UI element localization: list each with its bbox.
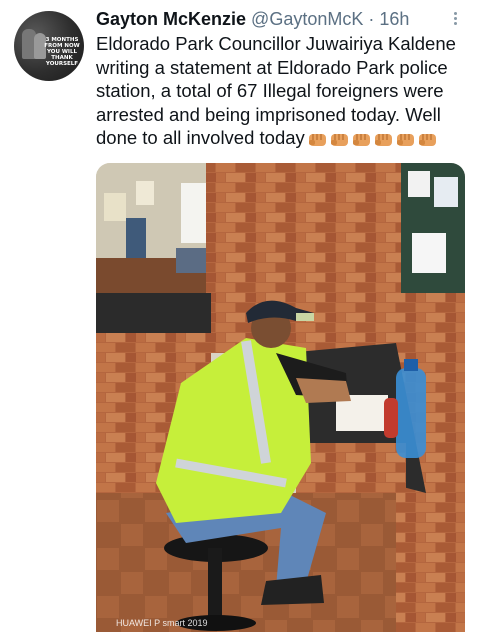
raised-fist-icon	[352, 129, 371, 146]
emoji-group	[305, 129, 437, 153]
author-name[interactable]: Gayton McKenzie	[96, 9, 246, 29]
raised-fist-icon	[374, 129, 393, 146]
timestamp[interactable]: 16h	[379, 9, 409, 29]
raised-fist-icon	[418, 129, 437, 146]
raised-fist-icon	[396, 129, 415, 146]
avatar[interactable]: 3 MONTHS FROM NOW YOU WILL THANK YOURSEL…	[14, 11, 84, 81]
photo-watermark: HUAWEI P smart 2019	[116, 618, 208, 628]
raised-fist-icon	[330, 129, 349, 146]
separator-dot: ·	[368, 9, 375, 29]
more-options-icon[interactable]	[448, 10, 462, 30]
tweet-body: Eldorado Park Councillor Juwairiya Kalde…	[96, 32, 466, 153]
avatar-caption: 3 MONTHS FROM NOW YOU WILL THANK YOURSEL…	[44, 37, 80, 67]
author-handle[interactable]: @GaytonMcK	[251, 9, 363, 29]
tweet-photo[interactable]	[96, 163, 465, 632]
tweet-header: Gayton McKenzie @GaytonMcK · 16h	[96, 8, 450, 32]
raised-fist-icon	[308, 129, 327, 146]
